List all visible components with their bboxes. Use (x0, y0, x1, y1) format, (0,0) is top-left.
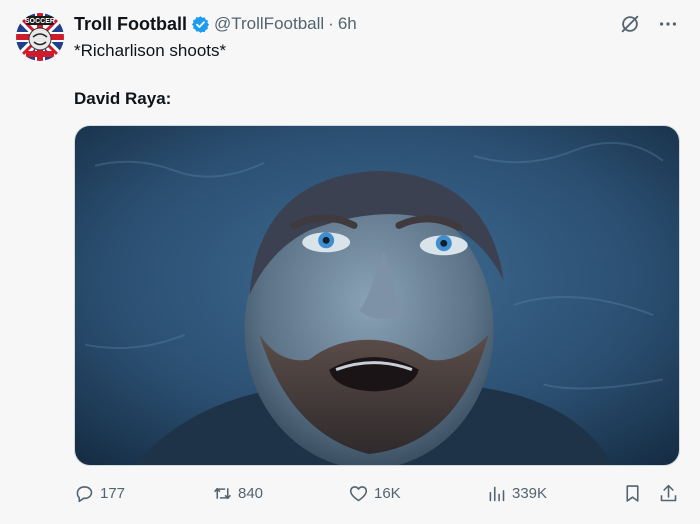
grok-icon[interactable] (618, 12, 642, 36)
tweet-header: Troll Football @TrollFootball · 6h (74, 12, 357, 36)
svg-text:SOCCER: SOCCER (25, 18, 55, 25)
like-button[interactable]: 16K (348, 480, 401, 506)
reply-button[interactable]: 177 (74, 480, 125, 506)
separator-dot: · (328, 14, 334, 33)
retweet-count: 840 (238, 484, 264, 502)
retweet-button[interactable]: 840 (212, 480, 263, 506)
timestamp[interactable]: 6h (338, 14, 357, 34)
reply-icon (76, 485, 93, 502)
tweet-text-line-2: David Raya: (74, 89, 172, 108)
header-actions (618, 12, 680, 36)
reply-count: 177 (100, 484, 126, 502)
verified-badge-icon (191, 15, 210, 34)
bookmark-button[interactable] (622, 480, 643, 506)
share-icon (660, 484, 677, 501)
tweet-action-bar: 177 840 16K 339K (74, 480, 684, 506)
views-bar-chart-icon (489, 486, 505, 501)
display-name[interactable]: Troll Football (74, 14, 187, 35)
share-button[interactable] (658, 480, 679, 506)
views-button[interactable]: 339K (486, 480, 547, 506)
tweet-text-line-1: *Richarlison shoots* (74, 41, 227, 60)
more-options-icon[interactable] (656, 12, 680, 36)
tweet-media-image[interactable] (74, 125, 680, 466)
views-count: 339K (512, 484, 548, 502)
bookmark-icon (626, 484, 639, 502)
retweet-icon (214, 487, 231, 499)
avatar[interactable]: SOCCER (16, 13, 64, 61)
heart-icon (349, 485, 368, 501)
union-jack-avatar-icon: SOCCER (16, 13, 64, 61)
author-handle[interactable]: @TrollFootball (214, 14, 324, 34)
like-count: 16K (374, 484, 401, 502)
tweet-card[interactable]: SOCCER Troll Football @TrollFootball · 6… (0, 0, 700, 524)
